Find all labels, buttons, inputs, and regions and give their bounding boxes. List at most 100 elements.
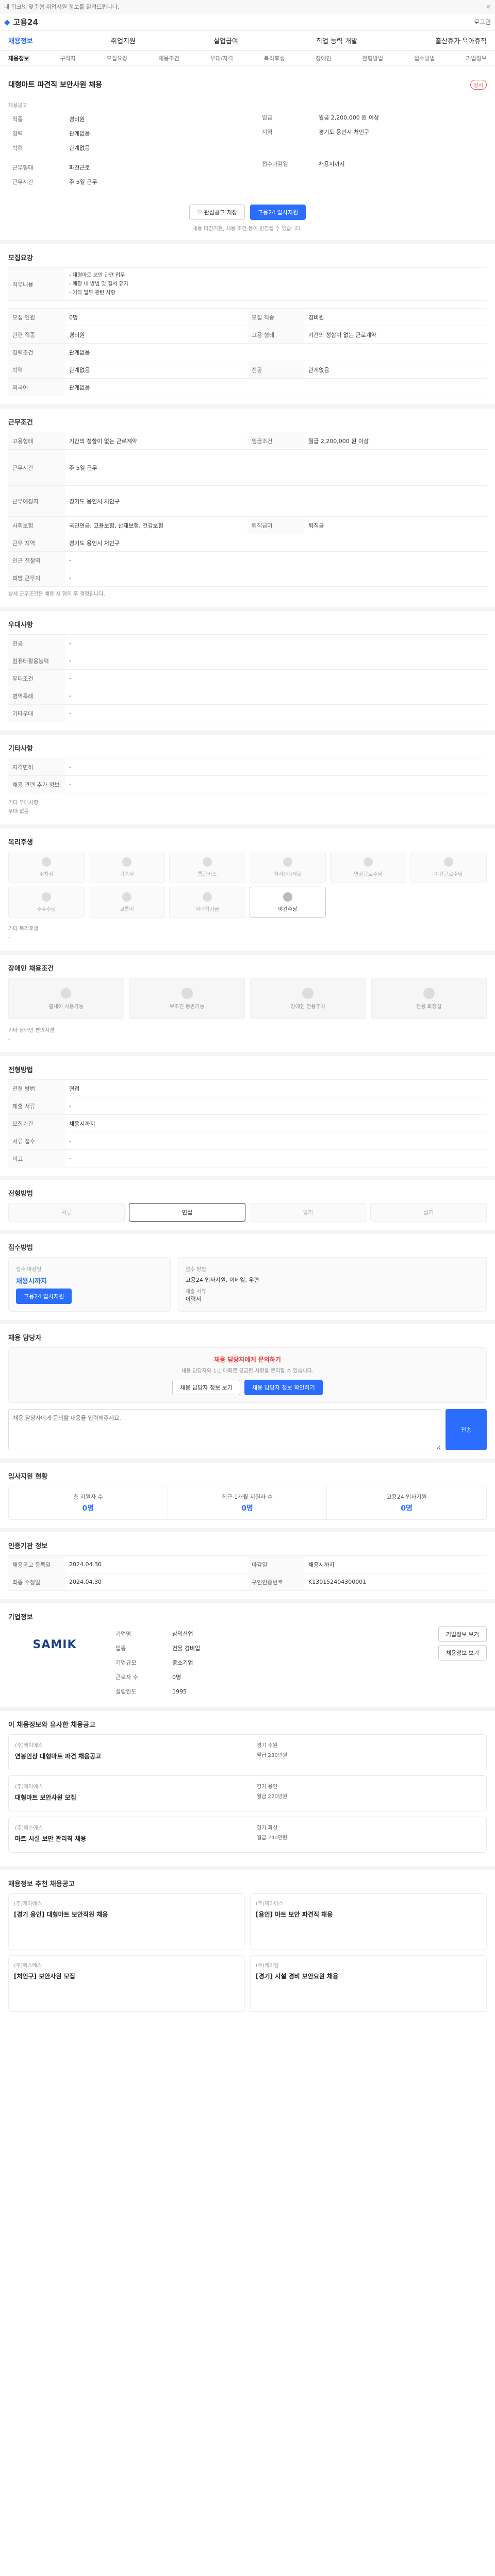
subnav-item[interactable]: 전형방법 bbox=[362, 54, 383, 62]
row-value: 0명 bbox=[69, 314, 78, 321]
login-link[interactable]: 로그인 bbox=[474, 18, 491, 26]
benefit-card: 자녀학자금 bbox=[169, 887, 245, 918]
recommend-title[interactable]: [용인] 마트 보안 파견직 채용 bbox=[256, 1910, 481, 1919]
inquiry-section: 채용 담당자 채용 담당자에게 문의하기 채용 담당자와 1:1 대화로 궁금한… bbox=[0, 1324, 495, 1463]
row-key: 고용형태 bbox=[8, 432, 65, 449]
row-key: 근무예정지 bbox=[8, 486, 65, 516]
nav-item-jobs[interactable]: 채용정보 bbox=[8, 36, 33, 45]
site-logo[interactable]: ◆ 고용24 bbox=[4, 16, 38, 27]
recommend-card[interactable]: (주)제이에스 [용인] 마트 보안 파견직 채용 bbox=[250, 1893, 487, 1950]
recruit-table: 모집 인원 0명 모집 직종 경비원 관련 직종 경비원 고용 형태 기간의 정함이 없는 … bbox=[8, 308, 487, 396]
save-job-button[interactable]: ♡ 관심공고 저장 bbox=[189, 205, 245, 220]
method-label: 접수 방법 bbox=[185, 1267, 206, 1273]
step-written: 필기 bbox=[250, 1203, 366, 1222]
row-value: - bbox=[69, 1138, 71, 1144]
recommend-title[interactable]: [경기] 시설 경비 보안요원 채용 bbox=[256, 1972, 481, 1980]
benefit-card: 기숙사 bbox=[89, 852, 165, 883]
row-key: 직무내용 bbox=[8, 268, 65, 300]
subnav-item[interactable]: 채용정보 bbox=[8, 54, 29, 62]
pref-section: 우대사항 전공 - 컴퓨터활용능력 - 우대조건 - 병역특례 - 기타우대 - bbox=[0, 611, 495, 735]
process-section: 전형방법 서류 면접 필기 실기 bbox=[0, 1180, 495, 1234]
recruit-section: 모집요강 직무내용 - 대형마트 보안 관련 업무 - 매장 내 방범 및 질서… bbox=[0, 244, 495, 409]
nav-item-support[interactable]: 취업지원 bbox=[111, 36, 136, 45]
row-key: 인근 전철역 bbox=[8, 552, 65, 569]
disability-label: 휠체어 사용가능 bbox=[48, 1004, 84, 1010]
summary-value: 경비원 bbox=[69, 116, 85, 123]
section-title: 전형방법 bbox=[8, 1190, 33, 1198]
job-card-title[interactable]: 연봉인상 대형마트 파견 채용공고 bbox=[15, 1752, 248, 1760]
inquiry-input[interactable] bbox=[8, 1409, 441, 1450]
benefit-card: 주차장 bbox=[8, 852, 85, 883]
section-title: 인증기관 정보 bbox=[8, 1543, 48, 1550]
job-card[interactable]: (주)제이에스 대형마트 보안사원 모집 경기 용인 월급 220만원 bbox=[8, 1775, 487, 1811]
subnav-item[interactable]: 우대/자격 bbox=[210, 54, 233, 62]
row-key: 근무 지역 bbox=[8, 534, 65, 551]
stats-grid: 총 지원자 수 0명 최근 1개월 지원자 수 0명 고용24 입사지원 0명 bbox=[8, 1486, 487, 1520]
summary-row: 접수마감일 채용시까지 bbox=[258, 157, 487, 171]
job-card-title[interactable]: 마트 시설 보안 관리직 채용 bbox=[15, 1834, 248, 1843]
section-title: 기업정보 bbox=[8, 1614, 33, 1621]
subnav-item[interactable]: 구직자 bbox=[60, 54, 75, 62]
summary-key: 직종 bbox=[12, 116, 23, 123]
disability-other-value: - bbox=[8, 1037, 10, 1042]
recommend-card[interactable]: (주)케이에스 [경기 용인] 대형마트 보안직원 채용 bbox=[8, 1893, 245, 1950]
selection-section: 전형방법 전형 방법 면접 제출 서류 - 모집기간 채용시까지 서류 접수 - 비고 - bbox=[0, 1056, 495, 1180]
row-value: 기간의 정함이 없는 근로계약 bbox=[308, 331, 376, 338]
subnav-item[interactable]: 모집요강 bbox=[107, 54, 127, 62]
meal-icon bbox=[283, 857, 292, 867]
job-card-title[interactable]: 대형마트 보안사원 모집 bbox=[15, 1793, 248, 1802]
disability-card: 장애인 전용주차 bbox=[250, 978, 366, 1019]
summary-value: 파견근로 bbox=[69, 164, 90, 171]
company-info-button[interactable]: 기업정보 보기 bbox=[438, 1626, 487, 1642]
close-icon[interactable]: × bbox=[486, 3, 491, 10]
benefit-card: 야간근로수당 bbox=[410, 852, 487, 883]
recommend-title[interactable]: [경기 용인] 대형마트 보안직원 채용 bbox=[14, 1910, 239, 1919]
section-title: 근무조건 bbox=[8, 419, 33, 427]
job-description: - 대형마트 보안 관련 업무 - 매장 내 방범 및 질서 유지 - 기타 업… bbox=[65, 268, 487, 300]
row-key: 최종 수정일 bbox=[8, 1573, 65, 1590]
nav-item-unemployment[interactable]: 실업급여 bbox=[213, 36, 238, 45]
company-jobs-button[interactable]: 채용정보 보기 bbox=[438, 1645, 487, 1660]
stat-value: 0명 bbox=[82, 1504, 94, 1513]
nav-item-leave[interactable]: 출산휴가·육아휴직 bbox=[435, 36, 487, 45]
row-value: 주 5일 근무 bbox=[69, 464, 97, 471]
inquiry-desc: 채용 담당자와 1:1 대화로 궁금한 사항을 문의할 수 있습니다. bbox=[181, 1368, 314, 1374]
notice-text: 채용 마감기한, 채용 조건 등이 변경될 수 있습니다. bbox=[192, 226, 303, 232]
row-key: 마감일 bbox=[248, 1556, 304, 1573]
main-nav: 채용정보 취업지원 실업급여 직업 능력 개발 출산휴가·육아휴직 bbox=[0, 31, 495, 50]
subnav-item[interactable]: 채용조건 bbox=[158, 54, 179, 62]
row-key: 업종 bbox=[116, 1645, 126, 1652]
stat-value: 0명 bbox=[401, 1504, 412, 1513]
contact-check-button[interactable]: 채용 담당자 정보 확인하기 bbox=[244, 1380, 323, 1395]
recommend-card[interactable]: (주)에스에스 [처인구] 보안사원 모집 bbox=[8, 1955, 245, 2012]
job-location: 경기 화성 bbox=[257, 1825, 278, 1831]
moon-icon bbox=[283, 892, 292, 902]
apply-button-2[interactable]: 고용24 입사지원 bbox=[16, 1289, 72, 1304]
doc-label: 제출 서류 bbox=[185, 1289, 206, 1295]
company-name: (주)케이엘 bbox=[256, 1963, 279, 1969]
subnav-item[interactable]: 복리후생 bbox=[264, 54, 285, 62]
subnav-item[interactable]: 접수방법 bbox=[414, 54, 435, 62]
benefit-label: 야간수당 bbox=[278, 906, 298, 912]
recommend-card[interactable]: (주)케이엘 [경기] 시설 경비 보안요원 채용 bbox=[250, 1955, 487, 2012]
row-value: 월급 2,200,000 원 이상 bbox=[308, 437, 369, 445]
summary-left: 채용공고 직종 경비원 경력 관계없음 학력 관계없음 근무형태 파견근로 근무시간 주 … bbox=[8, 101, 237, 189]
row-key: 우대조건 bbox=[8, 670, 65, 687]
job-card[interactable]: (주)에스에스 마트 시설 보안 관리직 채용 경기 화성 월급 240만원 bbox=[8, 1817, 487, 1853]
disability-label: 장애인 전용주차 bbox=[290, 1004, 326, 1010]
apply-button[interactable]: 고용24 입사지원 bbox=[250, 205, 306, 220]
job-summary: 대형마트 파견직 보안사원 채용 상시 채용공고 직종 경비원 경력 관계없음 학력… bbox=[0, 66, 495, 244]
row-value: 면접 bbox=[69, 1085, 80, 1092]
subnav-item[interactable]: 장애인 bbox=[316, 54, 331, 62]
send-button[interactable]: 전송 bbox=[446, 1409, 487, 1450]
recommend-title[interactable]: [처인구] 보안사원 모집 bbox=[14, 1972, 239, 1980]
benefit-card: 연장근로수당 bbox=[330, 852, 406, 883]
nav-item-training[interactable]: 직업 능력 개발 bbox=[316, 36, 357, 45]
row-key: 근로자 수 bbox=[116, 1674, 138, 1681]
subnav-item[interactable]: 기업정보 bbox=[466, 54, 486, 62]
job-card[interactable]: (주)케이에스 연봉인상 대형마트 파견 채용공고 경기 수원 월급 230만원 bbox=[8, 1734, 487, 1770]
disability-label: 보조견 동반가능 bbox=[169, 1004, 205, 1010]
overtime-icon bbox=[364, 857, 373, 867]
doc-value: 이력서 bbox=[185, 1296, 202, 1302]
contact-info-button[interactable]: 채용 담당자 정보 보기 bbox=[172, 1380, 240, 1395]
